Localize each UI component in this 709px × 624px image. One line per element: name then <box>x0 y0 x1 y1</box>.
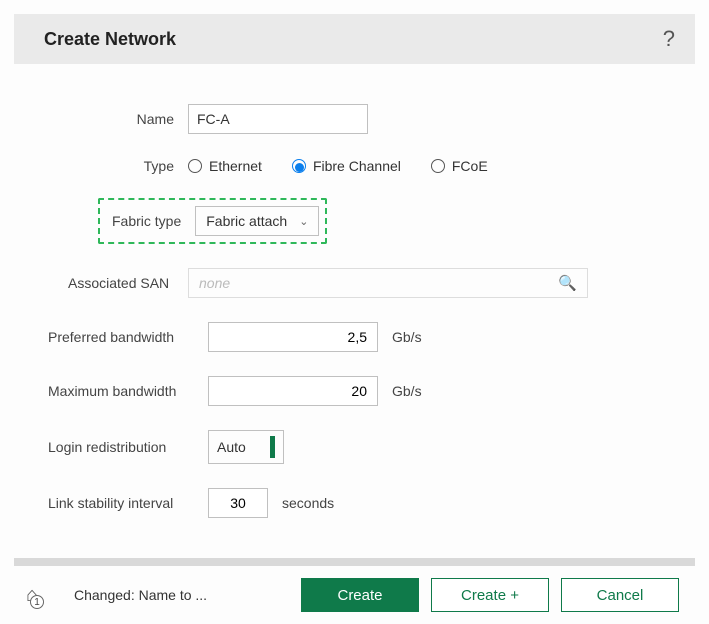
slider-handle-icon <box>270 436 275 458</box>
change-message: Changed: Name to ... <box>74 587 289 603</box>
radio-label: Fibre Channel <box>313 158 401 174</box>
maximum-bandwidth-unit: Gb/s <box>392 383 422 399</box>
fabric-type-value: Fabric attach <box>206 213 287 229</box>
change-count: 1 <box>30 595 44 609</box>
name-label: Name <box>38 111 188 127</box>
dialog-footer: ⌂ 1 Changed: Name to ... Create Create +… <box>0 566 709 624</box>
type-label: Type <box>38 158 188 174</box>
row-associated-san: Associated SAN none 🔍 <box>38 268 679 298</box>
name-input[interactable] <box>188 104 368 134</box>
row-link-stability: Link stability interval seconds <box>38 488 679 518</box>
fabric-type-select[interactable]: Fabric attach ⌄ <box>195 206 319 236</box>
maximum-bandwidth-label: Maximum bandwidth <box>38 383 208 399</box>
radio-label: Ethernet <box>209 158 262 174</box>
associated-san-label: Associated SAN <box>38 275 188 291</box>
dialog-title: Create Network <box>44 29 176 50</box>
link-stability-unit: seconds <box>282 495 334 511</box>
type-radio-fibre-channel[interactable]: Fibre Channel <box>292 158 401 174</box>
change-indicator[interactable]: ⌂ 1 <box>20 583 44 607</box>
create-plus-button[interactable]: Create + <box>431 578 549 612</box>
radio-icon <box>292 159 306 173</box>
preferred-bandwidth-unit: Gb/s <box>392 329 422 345</box>
type-radio-group: Ethernet Fibre Channel FCoE <box>188 158 510 174</box>
link-stability-input[interactable] <box>208 488 268 518</box>
help-icon[interactable]: ? <box>663 26 675 52</box>
create-network-dialog: Create Network ? Name Type Ethernet Fibr… <box>0 14 709 624</box>
type-radio-fcoe[interactable]: FCoE <box>431 158 488 174</box>
maximum-bandwidth-input[interactable] <box>208 376 378 406</box>
row-name: Name <box>38 104 679 134</box>
type-radio-ethernet[interactable]: Ethernet <box>188 158 262 174</box>
create-button[interactable]: Create <box>301 578 419 612</box>
row-preferred-bandwidth: Preferred bandwidth Gb/s <box>38 322 679 352</box>
login-value: Auto <box>217 439 246 455</box>
san-placeholder: none <box>199 275 230 291</box>
footer-divider <box>14 558 695 566</box>
login-redistribution-label: Login redistribution <box>38 439 208 455</box>
row-maximum-bandwidth: Maximum bandwidth Gb/s <box>38 376 679 406</box>
fabric-type-label: Fabric type <box>106 213 195 229</box>
radio-label: FCoE <box>452 158 488 174</box>
dialog-form: Name Type Ethernet Fibre Channel FCoE <box>0 64 709 548</box>
link-stability-label: Link stability interval <box>38 495 208 511</box>
row-type: Type Ethernet Fibre Channel FCoE <box>38 158 679 174</box>
preferred-bandwidth-label: Preferred bandwidth <box>38 329 208 345</box>
login-redistribution-select[interactable]: Auto <box>208 430 284 464</box>
search-icon: 🔍 <box>558 274 577 292</box>
row-fabric-type: Fabric type Fabric attach ⌄ <box>102 198 679 244</box>
chevron-down-icon: ⌄ <box>299 215 308 228</box>
radio-icon <box>431 159 445 173</box>
row-login-redistribution: Login redistribution Auto <box>38 430 679 464</box>
dialog-header: Create Network ? <box>14 14 695 64</box>
cancel-button[interactable]: Cancel <box>561 578 679 612</box>
preferred-bandwidth-input[interactable] <box>208 322 378 352</box>
associated-san-input[interactable]: none 🔍 <box>188 268 588 298</box>
fabric-type-highlight: Fabric type Fabric attach ⌄ <box>98 198 327 244</box>
radio-icon <box>188 159 202 173</box>
